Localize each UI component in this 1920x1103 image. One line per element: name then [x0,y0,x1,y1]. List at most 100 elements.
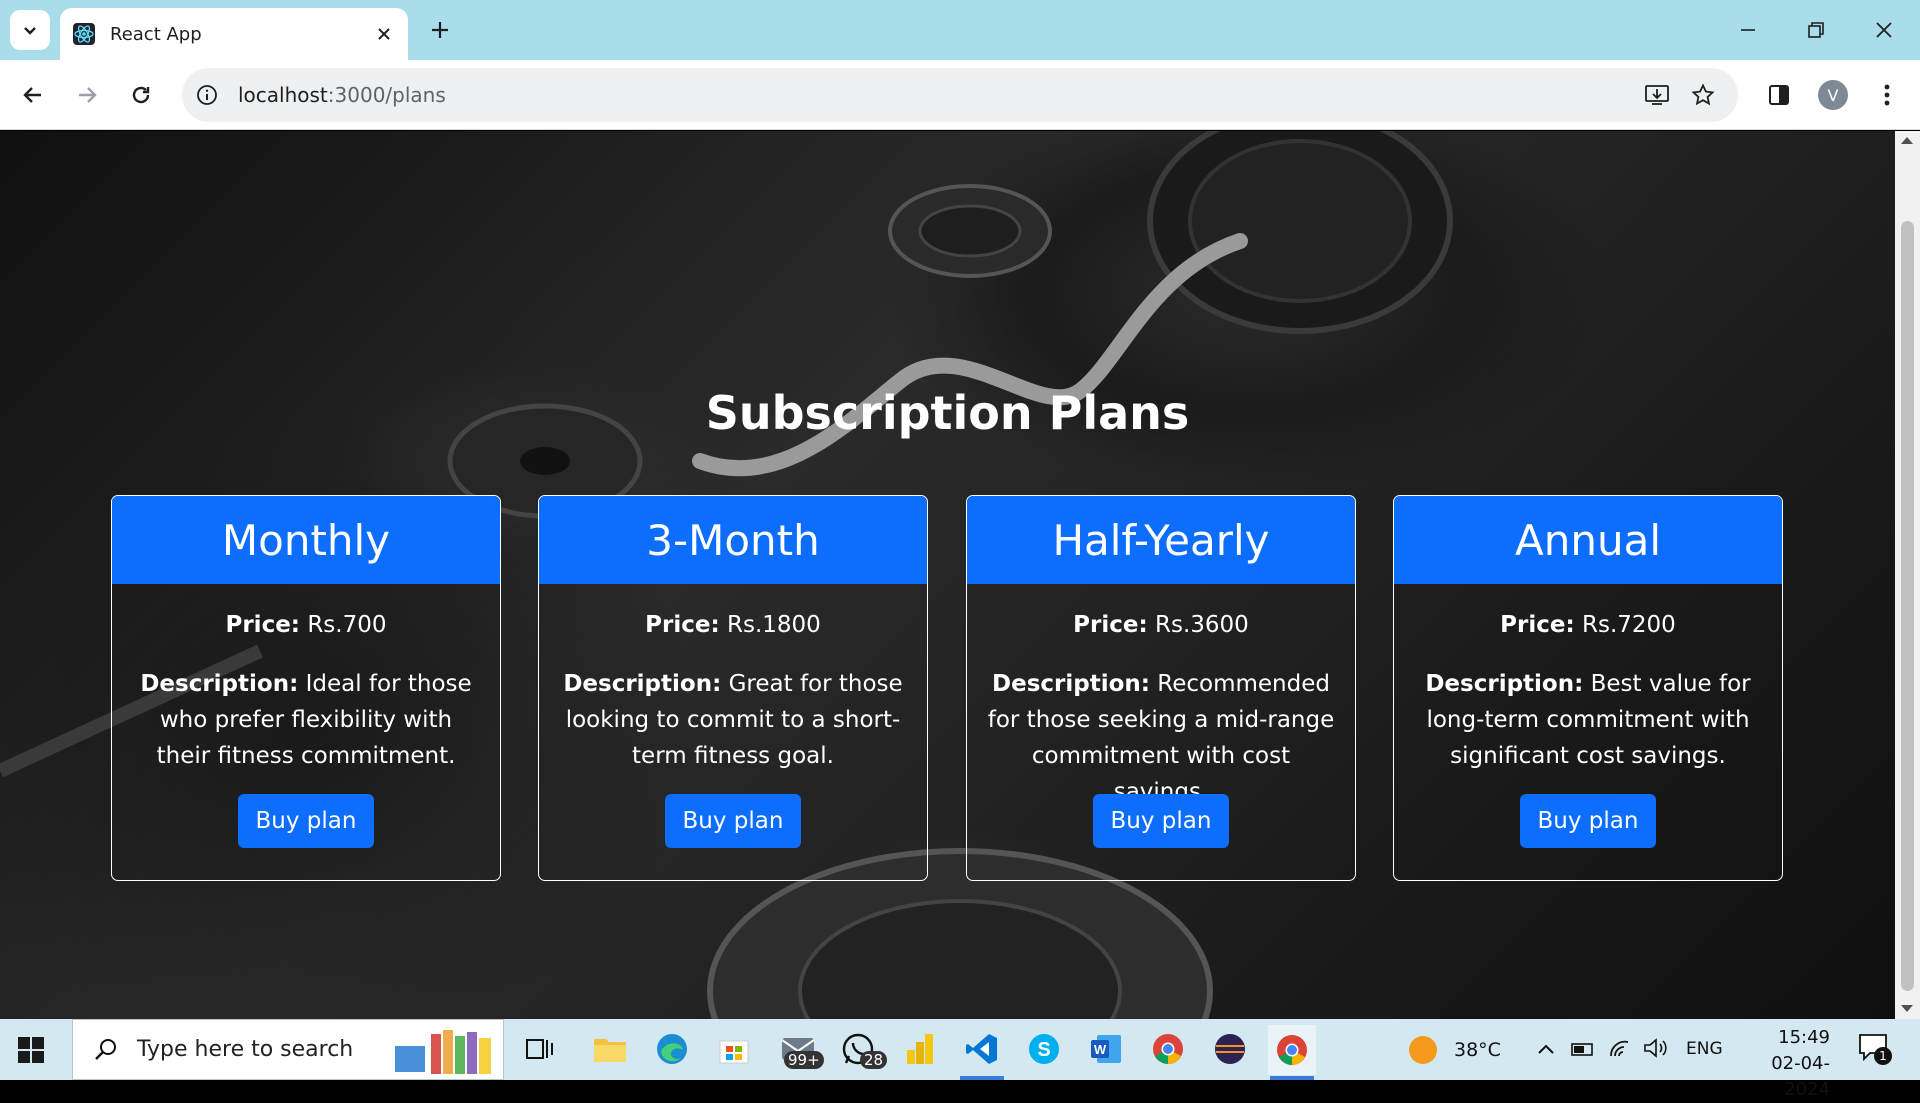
plan-name: Half-Yearly [967,496,1355,584]
price-value: Rs.3600 [1155,612,1249,638]
taskbar-vscode[interactable] [962,1029,1002,1069]
price-value: Rs.700 [307,612,387,638]
chrome-profile-icon [1277,1035,1307,1065]
menu-button[interactable] [1868,76,1906,114]
bookmark-star-icon[interactable] [1686,78,1720,112]
price-label: Price: [645,612,720,638]
scroll-up-arrow-icon[interactable] [1901,137,1913,144]
taskbar-word[interactable]: W [1086,1029,1126,1069]
side-panel-icon [1769,85,1789,105]
price-label: Price: [225,612,300,638]
url-text[interactable]: localhost:3000/plans [238,83,446,107]
plan-description: Description: Great for those looking to … [557,666,909,776]
description-label: Description: [140,671,299,697]
plan-name: Monthly [112,496,500,584]
microsoft-store-icon [719,1040,749,1064]
buy-plan-button[interactable]: Buy plan [1092,794,1230,848]
minimize-icon [1741,29,1755,31]
volume-icon[interactable] [1642,1037,1668,1059]
buy-plan-button[interactable]: Buy plan [1519,794,1657,848]
taskbar-search-box[interactable]: Type here to search [72,1019,504,1080]
side-panel-button[interactable] [1760,76,1798,114]
plan-description: Description: Best value for long-term co… [1412,666,1764,776]
edge-browser-icon [657,1034,687,1064]
new-tab-button[interactable] [424,14,456,46]
buy-plan-button[interactable]: Buy plan [237,794,375,848]
react-logo-icon [73,23,95,45]
browser-tab[interactable]: React App [60,8,408,60]
skype-icon: S [1029,1034,1059,1064]
wifi-icon[interactable] [1608,1037,1634,1059]
plan-name: Annual [1394,496,1782,584]
browser-tab-strip: React App [0,0,1920,60]
battery-icon[interactable] [1570,1039,1596,1059]
profile-avatar[interactable]: V [1818,80,1848,110]
scrollbar-thumb[interactable] [1901,221,1914,991]
taskbar-chrome-active[interactable] [1268,1025,1316,1075]
restore-button[interactable] [1796,14,1836,46]
plan-card-3-month: 3-Month Price: Rs.1800 Description: Grea… [538,495,928,881]
buy-plan-button[interactable]: Buy plan [664,794,802,848]
back-button[interactable] [14,76,52,114]
arrow-right-icon [79,87,97,103]
plan-name: 3-Month [539,496,927,584]
windows-start-icon[interactable] [18,1037,44,1063]
close-icon [1876,22,1892,38]
price-value: Rs.1800 [727,612,821,638]
input-language[interactable]: ENG [1686,1039,1723,1059]
weather-sun-icon[interactable] [1408,1035,1438,1065]
mail-badge: 99+ [784,1051,824,1069]
taskbar-whatsapp[interactable]: 28 [838,1029,888,1069]
taskbar-chrome[interactable] [1148,1029,1188,1069]
plan-description: Description: Ideal for those who prefer … [130,666,482,776]
browser-toolbar: localhost:3000/plans V [0,60,1920,130]
windows-taskbar: Type here to search 99+ 28 S W 38°C ENG … [0,1019,1920,1100]
tab-search-button[interactable] [10,10,50,50]
url-path: :3000/plans [327,83,446,107]
page-viewport: Subscription Plans Monthly Price: Rs.700… [0,131,1895,1019]
scroll-down-arrow-icon[interactable] [1901,1005,1913,1012]
chevron-down-icon [24,27,36,35]
description-label: Description: [563,671,722,697]
taskbar-power-bi[interactable] [900,1029,940,1069]
folder-icon [594,1039,626,1062]
taskbar-store[interactable] [714,1029,754,1069]
description-label: Description: [1425,671,1584,697]
task-view-button[interactable] [520,1029,560,1069]
taskbar-eclipse[interactable] [1210,1029,1250,1069]
taskbar-edge[interactable] [652,1029,692,1069]
site-info-icon[interactable] [192,80,222,110]
reload-button[interactable] [122,76,160,114]
weather-temperature[interactable]: 38°C [1454,1039,1501,1061]
plans-grid: Monthly Price: Rs.700 Description: Ideal… [111,495,1785,881]
task-view-icon [526,1039,553,1059]
install-app-icon[interactable] [1640,78,1674,112]
address-bar[interactable]: localhost:3000/plans [182,68,1738,122]
more-vertical-icon [1884,84,1890,106]
taskbar-skype[interactable]: S [1024,1029,1064,1069]
word-icon: W [1091,1035,1121,1063]
plan-card-half-yearly: Half-Yearly Price: Rs.3600 Description: … [966,495,1356,881]
price-label: Price: [1073,612,1148,638]
taskbar-file-explorer[interactable] [590,1029,630,1069]
vscode-icon [966,1034,997,1064]
plan-description: Description: Recommended for those seeki… [985,666,1337,805]
price-label: Price: [1500,612,1575,638]
plan-price: Price: Rs.1800 [557,612,909,638]
notification-count-badge: 1 [1874,1047,1892,1065]
svg-text:S: S [1037,1039,1050,1061]
minimize-button[interactable] [1728,14,1768,46]
page-scrollbar[interactable] [1895,131,1920,1019]
close-tab-icon[interactable] [372,22,396,46]
system-clock[interactable]: 15:49 02-04-2024 [1730,1025,1830,1103]
power-bi-icon [907,1034,933,1064]
taskbar-mail[interactable]: 99+ [778,1029,824,1069]
close-window-button[interactable] [1864,14,1904,46]
price-value: Rs.7200 [1582,612,1676,638]
forward-button[interactable] [68,76,106,114]
chevron-up-icon[interactable] [1536,1041,1556,1057]
active-app-indicator [960,1076,1004,1080]
plan-card-annual: Annual Price: Rs.7200 Description: Best … [1393,495,1783,881]
chrome-icon [1153,1034,1183,1064]
notification-center-button[interactable]: 1 [1858,1033,1892,1067]
